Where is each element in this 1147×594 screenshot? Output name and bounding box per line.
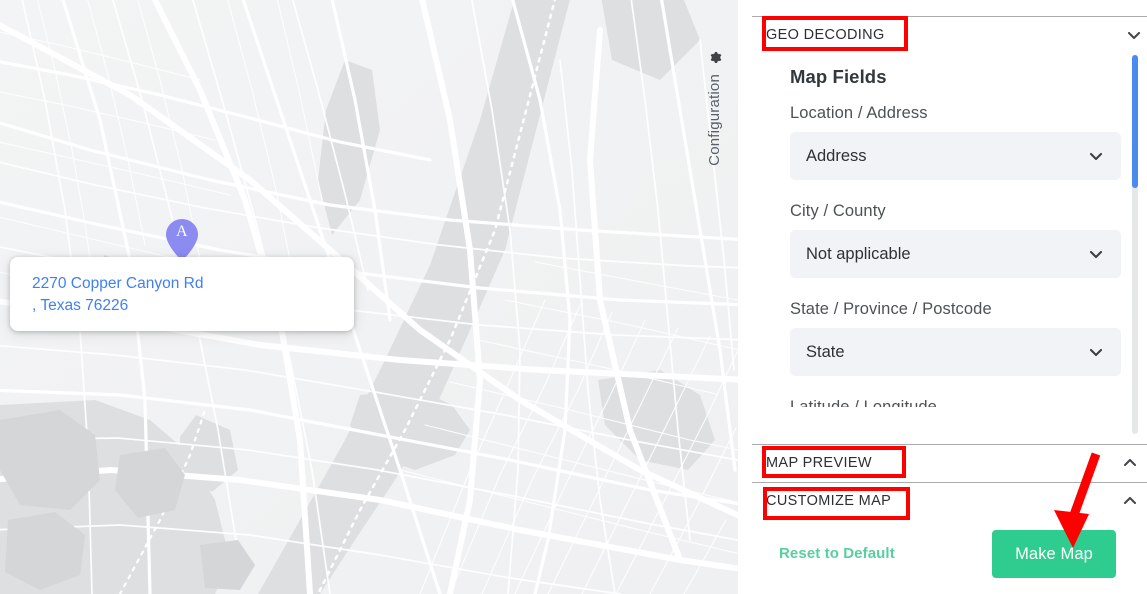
chevron-up-icon[interactable] xyxy=(1121,454,1139,472)
panel-scrollbar-track[interactable] xyxy=(1132,55,1138,434)
chevron-down-icon[interactable] xyxy=(1125,26,1143,44)
field-label-city-county: City / County xyxy=(790,202,886,220)
configuration-panel: GEO DECODING Map Fields Location / Addre… xyxy=(752,0,1147,594)
panel-scrollbar-thumb[interactable] xyxy=(1132,55,1138,188)
field-label-location-address: Location / Address xyxy=(790,104,928,122)
map-marker-a[interactable]: A xyxy=(165,218,199,262)
chevron-down-icon[interactable] xyxy=(1087,147,1105,165)
select-location-address[interactable]: Address xyxy=(790,132,1121,180)
accordion-title-customize-map: CUSTOMIZE MAP xyxy=(766,492,892,509)
accordion-header-customize-map[interactable]: CUSTOMIZE MAP xyxy=(752,482,1147,518)
accordion-title-geo-decoding: GEO DECODING xyxy=(766,26,885,43)
configuration-tab[interactable]: Configuration xyxy=(694,50,734,200)
field-label-clipped: Latitude / Longitude xyxy=(790,398,937,407)
accordion-title-map-preview: MAP PREVIEW xyxy=(766,454,872,471)
select-location-address-value: Address xyxy=(806,146,867,165)
panel-footer: Reset to Default Make Map xyxy=(752,520,1147,594)
app-root: A 2270 Copper Canyon Rd , Texas 76226 Co… xyxy=(0,0,1147,594)
chevron-down-icon[interactable] xyxy=(1087,343,1105,361)
select-city-county-value: Not applicable xyxy=(806,244,911,263)
accordion-header-geo-decoding[interactable]: GEO DECODING xyxy=(752,16,1147,52)
select-state-province-postcode[interactable]: State xyxy=(790,328,1121,376)
geo-decoding-content: Map Fields Location / Address Address Ci… xyxy=(752,54,1147,434)
field-label-state-province-postcode: State / Province / Postcode xyxy=(790,300,992,318)
reset-to-default-link[interactable]: Reset to Default xyxy=(779,545,895,562)
popup-address-line-2: , Texas 76226 xyxy=(32,297,129,314)
select-city-county[interactable]: Not applicable xyxy=(790,230,1121,278)
chevron-up-icon[interactable] xyxy=(1121,492,1139,510)
select-state-province-postcode-value: State xyxy=(806,342,845,361)
map-viewport[interactable]: A 2270 Copper Canyon Rd , Texas 76226 xyxy=(0,0,738,594)
accordion-header-map-preview[interactable]: MAP PREVIEW xyxy=(752,444,1147,480)
make-map-button[interactable]: Make Map xyxy=(992,530,1116,578)
chevron-down-icon[interactable] xyxy=(1087,245,1105,263)
configuration-tab-label: Configuration xyxy=(705,74,723,166)
map-fields-heading: Map Fields xyxy=(790,66,887,87)
popup-address-line-1: 2270 Copper Canyon Rd xyxy=(32,275,204,292)
map-info-popup[interactable]: 2270 Copper Canyon Rd , Texas 76226 xyxy=(10,257,354,331)
gear-icon xyxy=(707,50,722,68)
map-marker-label: A xyxy=(175,223,189,240)
